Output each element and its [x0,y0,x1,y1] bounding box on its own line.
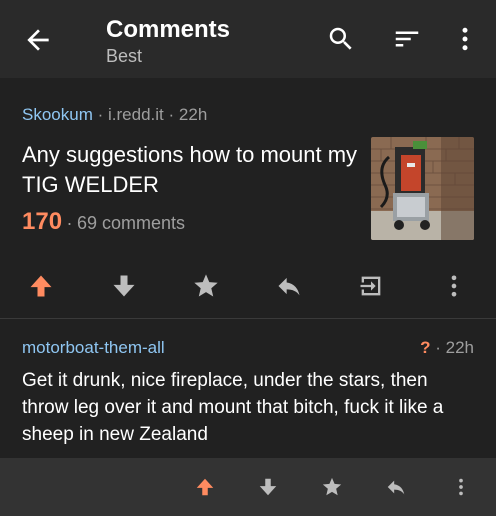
comment-body: Get it drunk, nice fireplace, under the … [22,370,444,445]
reply-icon[interactable] [385,476,407,498]
comment-action-bar [0,458,496,516]
upvote-icon[interactable] [194,476,216,498]
comment-author[interactable]: motorboat-them-all [22,338,165,358]
top-app-bar: Comments Best [0,0,496,78]
downvote-icon[interactable] [110,272,138,300]
search-icon[interactable] [326,24,356,54]
post-action-bar [0,266,496,306]
meta-separator: · [168,105,175,124]
post-stats: 170 · 69 comments [22,208,185,236]
reply-icon[interactable] [275,272,303,300]
post-card: Skookum · i.redd.it · 22h Any suggestion… [0,78,496,318]
subreddit-link[interactable]: Skookum [22,105,93,124]
back-arrow-icon[interactable] [22,24,54,56]
comment-item[interactable]: motorboat-them-all ? · 22h Get it drunk,… [0,319,496,459]
comment-count[interactable]: 69 comments [77,213,185,233]
meta-separator: · [97,105,104,124]
star-icon[interactable] [321,476,343,498]
upvote-icon[interactable] [27,272,55,300]
post-score: 170 [22,208,63,235]
welder-thumbnail-image [371,137,474,240]
star-icon[interactable] [192,272,220,300]
sort-subtitle: Best [106,46,143,66]
post-age: 22h [178,105,208,124]
post-domain[interactable]: i.redd.it [108,105,164,124]
header-titles: Comments Best [106,16,230,67]
more-vertical-icon[interactable] [450,24,480,54]
open-link-icon[interactable] [357,272,385,300]
meta-separator: · [435,338,441,357]
post-title[interactable]: Any suggestions how to mount my TIG WELD… [22,140,362,200]
post-meta: Skookum · i.redd.it · 22h [22,105,207,125]
downvote-icon[interactable] [257,476,279,498]
comment-age: 22h [445,338,474,357]
post-thumbnail[interactable] [371,137,474,240]
page-title: Comments [106,16,231,43]
meta-separator: · [66,213,73,233]
more-vertical-icon[interactable] [440,272,468,300]
sort-icon[interactable] [392,24,422,54]
comment-meta: ? · 22h [420,338,474,358]
more-vertical-icon[interactable] [450,476,472,498]
comment-score-hidden: ? [420,338,431,357]
